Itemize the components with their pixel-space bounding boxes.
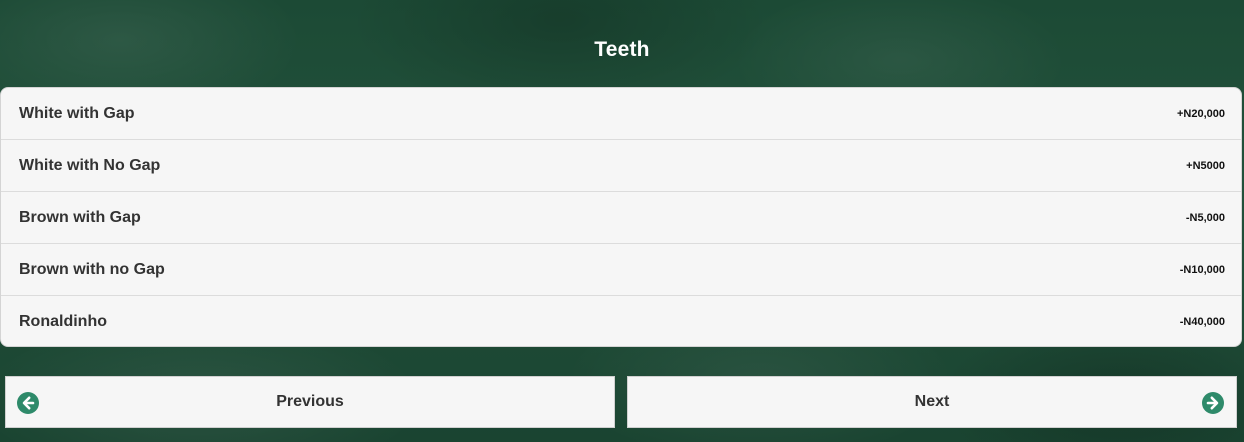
option-price: -N5,000: [1185, 211, 1225, 224]
arrow-right-circle-icon: [1202, 392, 1224, 414]
list-item-option-1[interactable]: White with No Gap +N5000: [1, 140, 1241, 192]
option-label: White with No Gap: [19, 156, 161, 174]
next-button-label: Next: [914, 393, 950, 410]
list-item-option-4[interactable]: Ronaldinho -N40,000: [1, 296, 1241, 346]
option-label: Brown with Gap: [19, 208, 141, 226]
page-title: Teeth: [594, 38, 650, 61]
previous-button[interactable]: Previous: [5, 376, 615, 428]
option-price: +N20,000: [1176, 107, 1225, 120]
option-price: +N5000: [1186, 159, 1225, 172]
option-label: Brown with no Gap: [19, 260, 165, 278]
option-label: White with Gap: [19, 104, 135, 122]
option-price: -N40,000: [1179, 316, 1225, 328]
list-item-option-3[interactable]: Brown with no Gap -N10,000: [1, 244, 1241, 296]
page-header: Teeth: [0, 28, 1244, 72]
options-list: White with Gap +N20,000 White with No Ga…: [0, 87, 1242, 347]
previous-button-label: Previous: [276, 393, 344, 410]
arrow-left-circle-icon: [17, 392, 39, 414]
option-price: -N10,000: [1179, 263, 1225, 276]
list-item-option-0[interactable]: White with Gap +N20,000: [1, 88, 1241, 140]
option-label: Ronaldinho: [19, 313, 107, 330]
next-button[interactable]: Next: [627, 376, 1237, 428]
list-item-option-2[interactable]: Brown with Gap -N5,000: [1, 192, 1241, 244]
